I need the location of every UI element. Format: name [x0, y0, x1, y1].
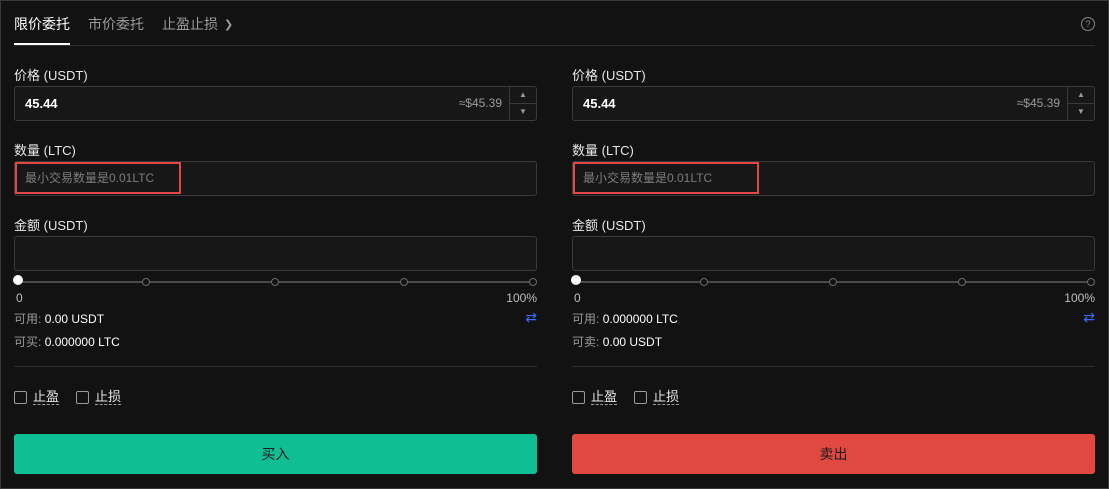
tab-divider	[14, 45, 1095, 46]
section-divider	[14, 366, 537, 367]
available-value: 0.00 USDT	[44, 312, 105, 326]
order-type-tabs: 限价委托 市价委托 止盈止损 ❯	[14, 14, 233, 46]
slider-knob[interactable]	[13, 275, 23, 285]
tab-stop-order[interactable]: 止盈止损 ❯	[162, 14, 233, 45]
decrement-icon[interactable]: ▼	[510, 104, 536, 120]
slider-step-100[interactable]	[529, 278, 537, 286]
available-balance: 可用: 0.000000 LTC	[572, 310, 678, 327]
quantity-label: 数量 (LTC)	[572, 143, 634, 158]
slider-knob[interactable]	[571, 275, 581, 285]
swap-icon[interactable]: ⇄	[1083, 309, 1095, 326]
quantity-field	[14, 161, 537, 196]
checkbox-icon	[634, 391, 647, 404]
slider-step-25[interactable]	[700, 278, 708, 286]
available-label: 可用:	[14, 312, 42, 326]
price-label: 价格 (USDT)	[572, 68, 646, 83]
quantity-label: 数量 (LTC)	[14, 143, 76, 158]
quantity-field	[572, 161, 1095, 196]
buy-button[interactable]: 买入	[14, 434, 537, 474]
slider-step-75[interactable]	[958, 278, 966, 286]
section-divider	[572, 366, 1095, 367]
available-balance: 可用: 0.00 USDT	[14, 310, 104, 327]
price-approx: ≈$45.39	[1016, 96, 1060, 110]
max-sell-value: 0.00 USDT	[602, 335, 663, 349]
max-buy-value: 0.000000 LTC	[44, 335, 120, 349]
checkbox-icon	[76, 391, 89, 404]
tab-market-order[interactable]: 市价委托	[88, 14, 144, 45]
decrement-icon[interactable]: ▼	[1068, 104, 1094, 120]
stop-loss-checkbox[interactable]: 止损	[634, 389, 680, 405]
stop-loss-label: 止损	[653, 389, 680, 405]
amount-input[interactable]	[14, 236, 537, 271]
price-stepper: ▲ ▼	[509, 87, 536, 120]
slider-step-75[interactable]	[400, 278, 408, 286]
take-profit-label: 止盈	[591, 389, 618, 405]
slider-step-25[interactable]	[142, 278, 150, 286]
slider-step-100[interactable]	[1087, 278, 1095, 286]
amount-label: 金额 (USDT)	[572, 218, 646, 233]
slider-step-50[interactable]	[271, 278, 279, 286]
price-approx: ≈$45.39	[458, 96, 502, 110]
available-value: 0.000000 LTC	[602, 312, 678, 326]
chevron-down-icon: ❯	[224, 19, 234, 31]
max-sell: 可卖: 0.00 USDT	[572, 333, 662, 350]
sell-panel: 价格 (USDT) 45.44 ≈$45.39 ▲ ▼ 数量 (LTC) 金额 …	[571, 62, 1095, 482]
sell-button[interactable]: 卖出	[572, 434, 1095, 474]
price-input[interactable]: 45.44 ≈$45.39 ▲ ▼	[572, 86, 1095, 121]
price-value: 45.44	[25, 96, 58, 111]
amount-label: 金额 (USDT)	[14, 218, 88, 233]
tab-stop-order-label: 止盈止损	[162, 16, 218, 32]
slider-max-label: 100%	[506, 291, 537, 305]
price-value: 45.44	[583, 96, 616, 111]
amount-slider[interactable]	[571, 275, 1095, 286]
increment-icon[interactable]: ▲	[1068, 87, 1094, 104]
stop-loss-label: 止损	[95, 389, 122, 405]
question-circle-icon[interactable]: ?	[1081, 17, 1095, 31]
stop-loss-checkbox[interactable]: 止损	[76, 389, 122, 405]
take-profit-label: 止盈	[33, 389, 60, 405]
swap-icon[interactable]: ⇄	[525, 309, 537, 326]
slider-min-label: 0	[574, 291, 581, 305]
quantity-input[interactable]	[573, 162, 759, 194]
buy-panel: 价格 (USDT) 45.44 ≈$45.39 ▲ ▼ 数量 (LTC) 金额 …	[13, 62, 537, 482]
take-profit-checkbox[interactable]: 止盈	[572, 389, 618, 405]
max-buy-label: 可买:	[14, 335, 42, 349]
checkbox-icon	[572, 391, 585, 404]
max-sell-label: 可卖:	[572, 335, 600, 349]
available-label: 可用:	[572, 312, 600, 326]
quantity-input[interactable]	[15, 162, 181, 194]
max-buy: 可买: 0.000000 LTC	[14, 333, 120, 350]
checkbox-icon	[14, 391, 27, 404]
price-label: 价格 (USDT)	[14, 68, 88, 83]
increment-icon[interactable]: ▲	[510, 87, 536, 104]
tab-limit-order[interactable]: 限价委托	[14, 14, 70, 45]
price-stepper: ▲ ▼	[1067, 87, 1094, 120]
slider-min-label: 0	[16, 291, 23, 305]
take-profit-checkbox[interactable]: 止盈	[14, 389, 60, 405]
amount-slider[interactable]	[13, 275, 537, 286]
price-input[interactable]: 45.44 ≈$45.39 ▲ ▼	[14, 86, 537, 121]
amount-input[interactable]	[572, 236, 1095, 271]
slider-step-50[interactable]	[829, 278, 837, 286]
slider-max-label: 100%	[1064, 291, 1095, 305]
